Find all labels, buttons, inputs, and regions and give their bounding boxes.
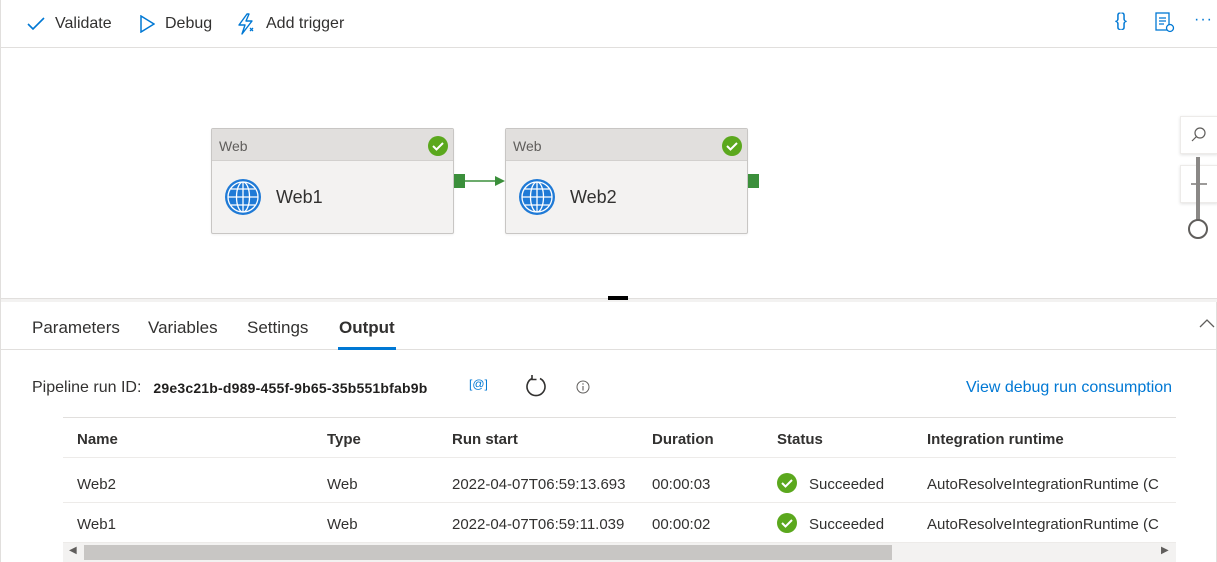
column-header-type[interactable]: Type xyxy=(327,431,361,448)
table-row[interactable]: Web2 Web 2022-04-07T06:59:13.693 00:00:0… xyxy=(63,463,1176,503)
globe-icon xyxy=(225,179,261,215)
view-debug-run-consumption-link[interactable]: View debug run consumption xyxy=(966,379,1172,397)
cell-name: Web2 xyxy=(77,476,116,493)
zoom-search-button[interactable] xyxy=(1180,116,1217,154)
active-tab-indicator xyxy=(338,347,396,350)
pipeline-editor: Validate Debug Add trigger {} ··· Web We… xyxy=(0,0,1217,562)
cell-type: Web xyxy=(327,516,358,533)
pipeline-run-id-row: Pipeline run ID: 29e3c21b-d989-455f-9b65… xyxy=(32,375,428,401)
cell-name: Web1 xyxy=(77,516,116,533)
more-options-icon[interactable]: ··· xyxy=(1194,11,1213,29)
tab-settings[interactable]: Settings xyxy=(247,318,308,338)
activity-body: Web1 xyxy=(212,161,453,233)
activity-web2[interactable]: Web Web2 xyxy=(505,128,748,234)
column-header-duration[interactable]: Duration xyxy=(652,431,714,448)
debug-button[interactable]: Debug xyxy=(139,0,212,48)
success-check-icon xyxy=(777,473,797,493)
cell-status: Succeeded xyxy=(809,516,885,533)
success-check-icon xyxy=(428,136,448,156)
scroll-left-icon[interactable]: ◀ xyxy=(69,545,77,556)
tab-output[interactable]: Output xyxy=(339,318,395,338)
success-output-port[interactable] xyxy=(454,174,465,188)
zoom-slider-thumb[interactable] xyxy=(1188,219,1208,239)
activity-name: Web1 xyxy=(276,186,323,207)
column-header-name[interactable]: Name xyxy=(77,431,118,448)
column-header-status[interactable]: Status xyxy=(777,431,823,448)
play-icon xyxy=(140,15,155,33)
activity-header: Web xyxy=(212,129,453,161)
info-icon[interactable] xyxy=(576,380,590,394)
tab-variables[interactable]: Variables xyxy=(148,318,218,338)
cell-type: Web xyxy=(327,476,358,493)
properties-icon[interactable] xyxy=(1154,12,1176,39)
activity-runs-table: Name Type Run start Duration Status Inte… xyxy=(63,417,1176,545)
checkmark-icon xyxy=(27,17,45,31)
validate-button[interactable]: Validate xyxy=(27,0,112,48)
horizontal-scrollbar[interactable]: ◀ ▶ xyxy=(63,543,1176,562)
bottom-panel-tabs: Parameters Variables Settings Output xyxy=(1,302,1217,350)
splitter-handle[interactable] xyxy=(608,296,628,300)
refresh-icon[interactable] xyxy=(524,374,548,398)
run-id-label: Pipeline run ID: xyxy=(32,379,142,396)
cell-run-start: 2022-04-07T06:59:13.693 xyxy=(452,476,626,493)
validate-label: Validate xyxy=(55,15,112,32)
column-header-integration-runtime[interactable]: Integration runtime xyxy=(927,431,1064,448)
copy-run-id-button[interactable]: [@] xyxy=(469,377,488,391)
run-id-value: 29e3c21b-d989-455f-9b65-35b551bfab9b xyxy=(153,380,428,396)
activity-name: Web2 xyxy=(570,186,617,207)
scrollbar-thumb[interactable] xyxy=(84,545,892,560)
cell-duration: 00:00:03 xyxy=(652,476,711,493)
lightning-icon xyxy=(238,13,254,35)
debug-label: Debug xyxy=(165,15,213,32)
cell-run-start: 2022-04-07T06:59:11.039 xyxy=(452,516,625,533)
chevron-up-icon[interactable] xyxy=(1199,318,1215,328)
code-icon[interactable]: {} xyxy=(1115,10,1127,31)
cell-duration: 00:00:02 xyxy=(652,516,711,533)
activity-header: Web xyxy=(506,129,747,161)
pipeline-canvas[interactable]: Web Web1 Web Web2 xyxy=(1,48,1217,298)
cell-integration-runtime: AutoResolveIntegrationRuntime (C xyxy=(927,476,1159,493)
toolbar: Validate Debug Add trigger {} ··· xyxy=(1,0,1217,48)
activity-type: Web xyxy=(513,138,542,154)
add-trigger-button[interactable]: Add trigger xyxy=(236,0,344,48)
search-icon xyxy=(1191,127,1206,142)
activity-type: Web xyxy=(219,138,248,154)
success-output-port[interactable] xyxy=(748,174,759,188)
column-header-run-start[interactable]: Run start xyxy=(452,431,518,448)
activity-body: Web2 xyxy=(506,161,747,233)
connector-arrow xyxy=(465,176,505,186)
success-check-icon xyxy=(722,136,742,156)
scroll-right-icon[interactable]: ▶ xyxy=(1161,545,1169,556)
add-trigger-label: Add trigger xyxy=(266,15,345,32)
tab-parameters[interactable]: Parameters xyxy=(32,318,120,338)
table-row[interactable]: Web1 Web 2022-04-07T06:59:11.039 00:00:0… xyxy=(63,503,1176,543)
cell-status: Succeeded xyxy=(809,476,885,493)
cell-integration-runtime: AutoResolveIntegrationRuntime (C xyxy=(927,516,1159,533)
activity-web1[interactable]: Web Web1 xyxy=(211,128,454,234)
table-header-row: Name Type Run start Duration Status Inte… xyxy=(63,418,1176,458)
globe-icon xyxy=(519,179,555,215)
success-check-icon xyxy=(777,513,797,533)
